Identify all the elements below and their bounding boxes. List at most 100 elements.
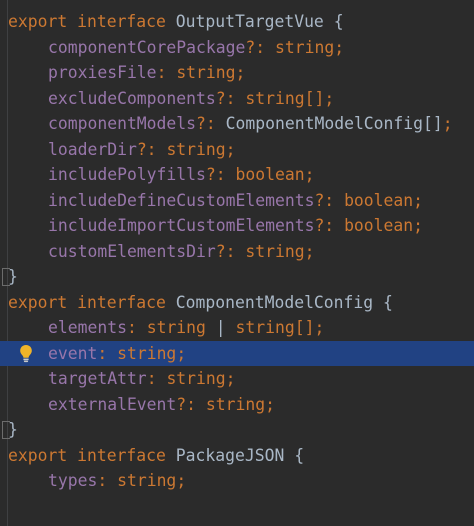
property-declaration: proxiesFile: string; bbox=[48, 60, 245, 86]
type-annotation-colon: ?: bbox=[196, 114, 216, 133]
property-name: customElementsDir bbox=[48, 241, 216, 261]
property-name: componentCorePackage bbox=[48, 37, 246, 57]
semicolon: ; bbox=[304, 241, 315, 261]
property-name: types bbox=[48, 471, 98, 490]
code-line-3[interactable]: proxiesFile: string; bbox=[0, 60, 474, 86]
property-name: excludeComponents bbox=[48, 88, 216, 108]
interface-name: OutputTargetVue bbox=[175, 12, 324, 31]
semicolon: ; bbox=[225, 139, 236, 159]
type-annotation-colon: : bbox=[97, 343, 108, 363]
code-line-18[interactable]: export interface PackageJSON { bbox=[0, 443, 474, 469]
semicolon: ; bbox=[225, 369, 236, 388]
code-line-11[interactable]: } bbox=[0, 264, 474, 290]
code-line-12[interactable]: export interface ComponentModelConfig { bbox=[0, 290, 474, 316]
type-keyword: string[] bbox=[235, 318, 315, 337]
type-annotation-colon: ?: bbox=[314, 216, 335, 235]
type-annotation-colon: ?: bbox=[136, 139, 157, 159]
semicolon: ; bbox=[235, 63, 246, 82]
type-keyword: string bbox=[205, 394, 266, 414]
code-line-14-current[interactable]: event: string; bbox=[0, 340, 474, 367]
property-name: includePolyfills bbox=[48, 165, 206, 184]
property-declaration: externalEvent?: string; bbox=[48, 392, 275, 418]
property-declaration: customElementsDir?: string; bbox=[48, 239, 314, 265]
property-name: elements bbox=[48, 318, 127, 337]
interface-name: ComponentModelConfig bbox=[175, 292, 374, 312]
keyword-export: export bbox=[8, 292, 68, 312]
type-annotation-colon: ?: bbox=[245, 37, 266, 57]
lightbulb-icon[interactable] bbox=[19, 344, 33, 363]
code-line-15[interactable]: targetAttr: string; bbox=[0, 366, 474, 392]
type-annotation-colon: : bbox=[97, 471, 108, 490]
type-keyword: string bbox=[117, 471, 177, 490]
code-line-9[interactable]: includeImportCustomElements?: boolean; bbox=[0, 213, 474, 239]
keyword-interface: interface bbox=[77, 12, 166, 31]
code-line-4[interactable]: excludeComponents?: string[]; bbox=[0, 86, 474, 112]
type-keyword: string bbox=[146, 318, 206, 337]
code-line-1[interactable]: export interface OutputTargetVue { bbox=[0, 9, 474, 35]
semicolon: ; bbox=[324, 88, 335, 108]
type-keyword: string bbox=[275, 37, 335, 57]
semicolon: ; bbox=[304, 165, 315, 184]
semicolon: ; bbox=[314, 318, 325, 337]
code-line-2[interactable]: componentCorePackage?: string; bbox=[0, 35, 474, 61]
type-keyword: string bbox=[166, 369, 226, 388]
open-brace: { bbox=[333, 12, 344, 31]
semicolon: ; bbox=[413, 190, 424, 210]
property-declaration: types: string; bbox=[48, 468, 186, 494]
type-annotation-colon: ?: bbox=[176, 394, 197, 414]
property-name: externalEvent bbox=[48, 394, 177, 414]
union-bar: | bbox=[215, 318, 226, 337]
type-annotation-colon: ?: bbox=[215, 241, 236, 261]
code-line-8[interactable]: includeDefineCustomElements?: boolean; bbox=[0, 188, 474, 214]
semicolon: ; bbox=[176, 343, 187, 363]
property-name: loaderDir bbox=[48, 139, 137, 159]
type-reference: ComponentModelConfig[] bbox=[225, 114, 443, 133]
type-annotation-colon: : bbox=[156, 63, 167, 82]
property-declaration: elements: string | string[]; bbox=[48, 315, 324, 341]
type-keyword: string[] bbox=[245, 88, 325, 108]
type-annotation-colon: ?: bbox=[215, 88, 236, 108]
type-annotation-colon: ?: bbox=[314, 190, 335, 210]
fold-marker[interactable] bbox=[2, 421, 10, 439]
semicolon: ; bbox=[442, 114, 453, 133]
property-name: includeDefineCustomElements bbox=[48, 190, 315, 210]
type-keyword: string bbox=[176, 63, 236, 82]
property-name: targetAttr bbox=[48, 369, 147, 388]
property-declaration: includeImportCustomElements?: boolean; bbox=[48, 213, 423, 239]
code-line-19[interactable]: types: string; bbox=[0, 468, 474, 494]
code-line-13[interactable]: elements: string | string[]; bbox=[0, 315, 474, 341]
open-brace: { bbox=[383, 292, 393, 312]
type-keyword: string bbox=[166, 139, 226, 159]
code-line-17[interactable]: } bbox=[0, 417, 474, 443]
interface-declaration: export interface PackageJSON { bbox=[8, 443, 304, 469]
semicolon: ; bbox=[265, 394, 276, 414]
keyword-interface: interface bbox=[77, 292, 166, 312]
interface-declaration: export interface ComponentModelConfig { bbox=[8, 290, 393, 316]
code-line-6[interactable]: loaderDir?: string; bbox=[0, 137, 474, 163]
interface-declaration: export interface OutputTargetVue { bbox=[8, 9, 344, 35]
code-line-16[interactable]: externalEvent?: string; bbox=[0, 392, 474, 418]
fold-marker[interactable] bbox=[2, 268, 10, 286]
property-name: event bbox=[48, 343, 98, 363]
property-declaration: targetAttr: string; bbox=[48, 366, 236, 392]
type-keyword: boolean bbox=[344, 190, 414, 210]
type-annotation-colon: : bbox=[146, 369, 157, 388]
property-declaration: componentCorePackage?: string; bbox=[48, 35, 344, 61]
type-keyword: boolean bbox=[344, 216, 414, 235]
open-brace: { bbox=[294, 445, 305, 465]
keyword-interface: interface bbox=[77, 445, 166, 465]
keyword-export: export bbox=[8, 445, 68, 465]
property-declaration: excludeComponents?: string[]; bbox=[48, 86, 334, 112]
property-declaration: includePolyfills?: boolean; bbox=[48, 162, 314, 188]
semicolon: ; bbox=[413, 216, 424, 235]
property-name: includeImportCustomElements bbox=[48, 216, 315, 235]
code-editor[interactable]: export interface OutputTargetVue { compo… bbox=[0, 0, 474, 526]
code-line-7[interactable]: includePolyfills?: boolean; bbox=[0, 162, 474, 188]
property-declaration: loaderDir?: string; bbox=[48, 137, 236, 163]
type-keyword: string bbox=[117, 343, 177, 363]
code-line-5[interactable]: componentModels?: ComponentModelConfig[]… bbox=[0, 111, 474, 137]
type-keyword: string bbox=[245, 241, 305, 261]
property-declaration: event: string; bbox=[48, 341, 186, 367]
code-line-10[interactable]: customElementsDir?: string; bbox=[0, 239, 474, 265]
type-annotation-colon: : bbox=[126, 318, 137, 337]
